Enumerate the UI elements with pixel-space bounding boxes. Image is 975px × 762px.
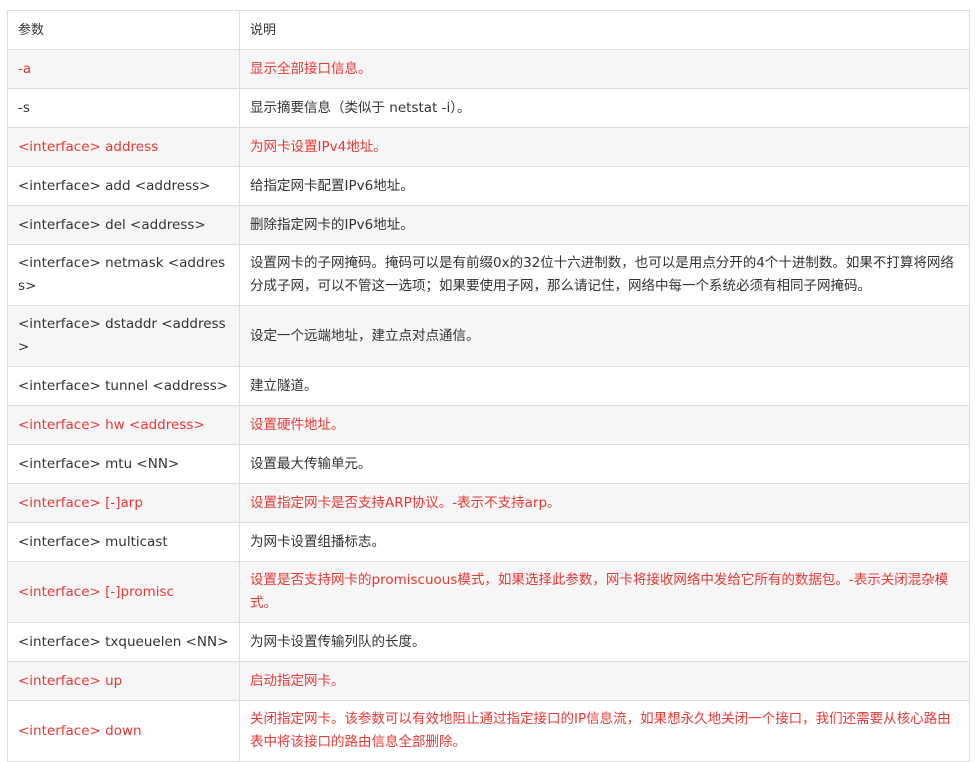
- description-cell: 为网卡设置组播标志。: [239, 522, 970, 562]
- table-row: <interface> hw <address> 设置硬件地址。: [7, 405, 970, 445]
- param-cell: <interface> del <address>: [7, 205, 240, 245]
- description-cell: 为网卡设置IPv4地址。: [239, 127, 970, 167]
- table-row: <interface> [-]promisc 设置是否支持网卡的promiscuo…: [7, 561, 970, 623]
- table-body: -a 显示全部接口信息。 -s 显示摘要信息（类似于 netstat -i）。 <int…: [7, 49, 970, 762]
- description-cell: 关闭指定网卡。该参数可以有效地阻止通过指定接口的IP信息流，如果想永久地关闭一个…: [239, 700, 970, 762]
- description-cell: 给指定网卡配置IPv6地址。: [239, 166, 970, 206]
- table-row: <interface> netmask <address> 设置网卡的子网掩码。掩…: [7, 244, 970, 306]
- description-cell: 删除指定网卡的IPv6地址。: [239, 205, 970, 245]
- description-cell: 启动指定网卡。: [239, 661, 970, 701]
- param-cell: <interface> [-]promisc: [7, 561, 240, 623]
- header-param: 参数: [7, 10, 240, 50]
- table-row: -s 显示摘要信息（类似于 netstat -i）。: [7, 88, 970, 128]
- table-row: <interface> multicast 为网卡设置组播标志。: [7, 522, 970, 562]
- table-row: -a 显示全部接口信息。: [7, 49, 970, 89]
- param-cell: -a: [7, 49, 240, 89]
- description-cell: 设置最大传输单元。: [239, 444, 970, 484]
- description-cell: 设置硬件地址。: [239, 405, 970, 445]
- description-cell: 建立隧道。: [239, 366, 970, 406]
- param-cell: -s: [7, 88, 240, 128]
- table-row: <interface> dstaddr <address> 设定一个远端地址，建立…: [7, 305, 970, 367]
- description-cell: 显示摘要信息（类似于 netstat -i）。: [239, 88, 970, 128]
- param-cell: <interface> hw <address>: [7, 405, 240, 445]
- param-cell: <interface> dstaddr <address>: [7, 305, 240, 367]
- param-cell: <interface> txqueuelen <NN>: [7, 622, 240, 662]
- param-cell: <interface> down: [7, 700, 240, 762]
- param-cell: <interface> up: [7, 661, 240, 701]
- table-row: <interface> txqueuelen <NN> 为网卡设置传输列队的长度。: [7, 622, 970, 662]
- header-description: 说明: [239, 10, 970, 50]
- table-container: 参数 说明 -a 显示全部接口信息。 -s 显示摘要信息（类似于 netstat -i…: [7, 10, 970, 762]
- param-cell: <interface> mtu <NN>: [7, 444, 240, 484]
- description-cell: 显示全部接口信息。: [239, 49, 970, 89]
- param-cell: <interface> tunnel <address>: [7, 366, 240, 406]
- table-row: <interface> down 关闭指定网卡。该参数可以有效地阻止通过指定接口的…: [7, 700, 970, 762]
- parameter-table: 参数 说明 -a 显示全部接口信息。 -s 显示摘要信息（类似于 netstat -i…: [7, 10, 970, 762]
- table-row: <interface> add <address> 给指定网卡配置IPv6地址。: [7, 166, 970, 206]
- description-cell: 设置是否支持网卡的promiscuous模式，如果选择此参数，网卡将接收网络中发…: [239, 561, 970, 623]
- param-cell: <interface> multicast: [7, 522, 240, 562]
- param-cell: <interface> address: [7, 127, 240, 167]
- table-row: <interface> tunnel <address> 建立隧道。: [7, 366, 970, 406]
- table-row: <interface> address 为网卡设置IPv4地址。: [7, 127, 970, 167]
- param-cell: <interface> [-]arp: [7, 483, 240, 523]
- table-row: <interface> [-]arp 设置指定网卡是否支持ARP协议。-表示不支持…: [7, 483, 970, 523]
- description-cell: 为网卡设置传输列队的长度。: [239, 622, 970, 662]
- description-cell: 设置网卡的子网掩码。掩码可以是有前缀0x的32位十六进制数，也可以是用点分开的4…: [239, 244, 970, 306]
- param-cell: <interface> netmask <address>: [7, 244, 240, 306]
- table-row: <interface> del <address> 删除指定网卡的IPv6地址。: [7, 205, 970, 245]
- table-row: <interface> up 启动指定网卡。: [7, 661, 970, 701]
- description-cell: 设定一个远端地址，建立点对点通信。: [239, 305, 970, 367]
- param-cell: <interface> add <address>: [7, 166, 240, 206]
- table-header-row: 参数 说明: [7, 10, 970, 50]
- description-cell: 设置指定网卡是否支持ARP协议。-表示不支持arp。: [239, 483, 970, 523]
- table-row: <interface> mtu <NN> 设置最大传输单元。: [7, 444, 970, 484]
